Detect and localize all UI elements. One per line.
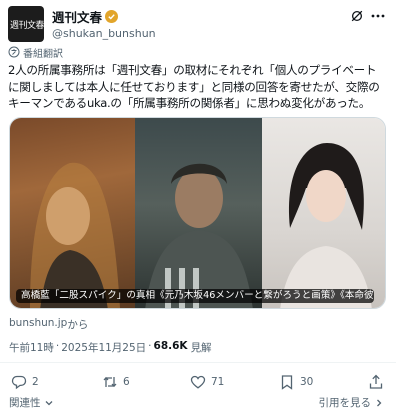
tweet-header: 週刊文春 週刊文春 @shukan_bunshun: [8, 6, 388, 42]
tweet-text-line: 2人の所属事務所は「週刊文春」の取材にそれぞれ「個人のプライベート: [8, 63, 377, 77]
divider: [0, 362, 396, 363]
views-label: 見解: [190, 342, 212, 354]
avatar-logo-text: 週刊文春: [10, 21, 44, 31]
tweet-date[interactable]: 2025年11月25日: [61, 340, 146, 355]
chevron-right-icon: [377, 399, 382, 406]
meta-separator: ·: [55, 340, 60, 352]
bookmark-button[interactable]: 30: [279, 372, 313, 392]
tweet-text: 2人の所属事務所は「週刊文春」の取材にそれぞれ「個人のプライベート に関しまして…: [8, 62, 390, 112]
reply-button[interactable]: 2: [11, 372, 39, 392]
view-quotes-link[interactable]: 引用を見る: [319, 395, 385, 410]
card-photo-middle: [135, 118, 262, 308]
more-icon[interactable]: [370, 9, 386, 23]
tweet-time[interactable]: 午前11時: [9, 340, 54, 355]
handle[interactable]: @shukan_bunshun: [52, 27, 156, 40]
translate-icon: [8, 46, 20, 58]
like-count: 71: [211, 376, 225, 388]
quotes-label: 引用を見る: [318, 397, 372, 409]
meta-separator: ·: [148, 340, 152, 352]
tweet-text-line: キーマンであるuka.の「所属事務所の関係者」に思わぬ変化があった。: [8, 96, 371, 110]
verified-badge-icon: [105, 9, 119, 23]
tweet-meta: 午前11時 · 2025年11月25日 · 68.6K 見解: [9, 340, 212, 355]
repost-button[interactable]: 6: [102, 372, 130, 392]
repost-icon: [103, 376, 117, 388]
display-name[interactable]: 週刊文春: [52, 7, 102, 26]
translation-label: 番組翻訳: [23, 48, 63, 60]
card-photo-right: [262, 118, 385, 308]
bookmark-count: 30: [300, 376, 314, 388]
reply-count: 2: [32, 376, 39, 388]
card-photo-left: [10, 118, 135, 308]
name-row: 週刊文春: [52, 7, 119, 26]
chevron-down-icon: [45, 400, 52, 405]
card-caption: 高橋藍「二股スパイク」の真相《元乃木坂46メンバーと繋がろうと画策》《本命彼女は…: [16, 289, 374, 303]
share-icon: [369, 374, 383, 389]
source-domain[interactable]: bunshun.jp: [9, 317, 67, 332]
bookmark-icon: [281, 375, 293, 390]
reply-icon: [11, 375, 27, 390]
reply-sort-row: 関連性 引用を見る: [0, 395, 396, 411]
repost-count: 6: [123, 376, 130, 388]
views-count: 68.6K: [153, 340, 188, 352]
sort-label: 関連性: [9, 397, 41, 409]
avatar[interactable]: 週刊文春: [8, 6, 44, 42]
like-button[interactable]: 71: [190, 372, 224, 392]
tweet-text-line: に関しましては本人に任せております」と同様の回答を寄せたが、交際の: [8, 79, 380, 94]
source-suffix: から: [67, 319, 89, 331]
translation-indicator[interactable]: 番組翻訳: [8, 45, 63, 60]
grok-icon[interactable]: [350, 9, 364, 23]
sort-relevance-dropdown[interactable]: 関連性: [9, 395, 54, 410]
card-source[interactable]: bunshun.jp から: [9, 317, 88, 332]
heart-icon: [190, 375, 206, 389]
link-card[interactable]: 高橋藍「二股スパイク」の真相《元乃木坂46メンバーと繋がろうと画策》《本命彼女は…: [9, 117, 386, 309]
action-bar: 2 6 71 30: [0, 372, 396, 392]
share-button[interactable]: [368, 372, 384, 392]
